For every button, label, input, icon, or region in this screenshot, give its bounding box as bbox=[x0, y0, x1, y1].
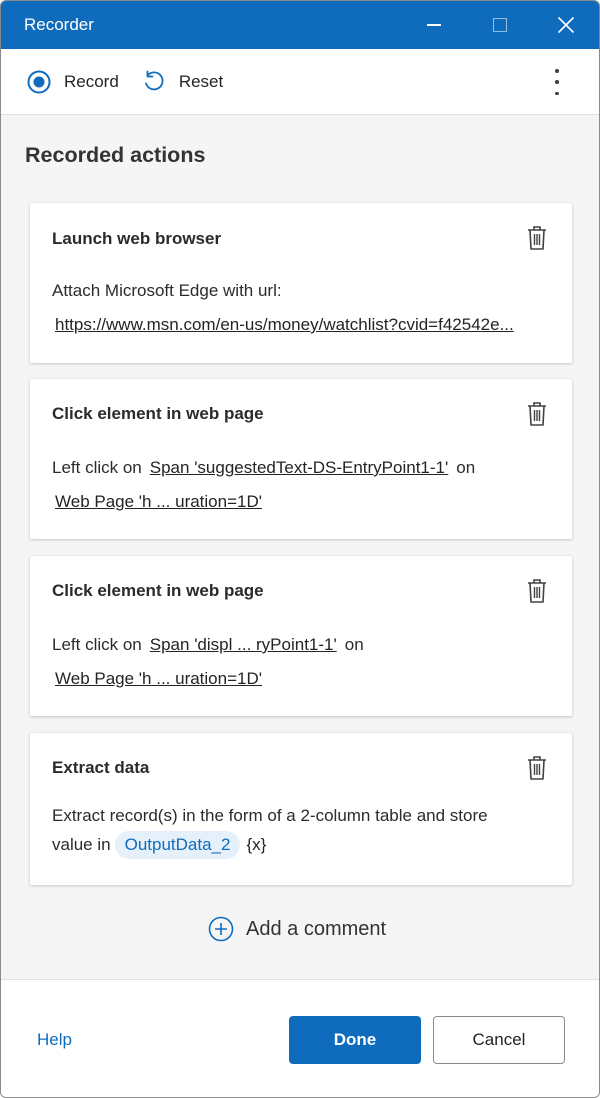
action-text: Attach Microsoft Edge with url: bbox=[52, 281, 282, 300]
more-options-button[interactable] bbox=[545, 69, 569, 95]
add-comment-button[interactable]: Add a comment bbox=[208, 916, 386, 942]
maximize-button[interactable] bbox=[467, 1, 533, 49]
variable-pill[interactable]: OutputData_2 bbox=[114, 831, 241, 859]
extract-prefix: value in bbox=[52, 835, 111, 854]
extract-text: Extract record(s) in the form of a 2-col… bbox=[52, 806, 488, 825]
delete-icon[interactable] bbox=[526, 578, 548, 604]
maximize-icon bbox=[493, 18, 507, 32]
recorder-window: Recorder Record Reset Recorded actions L… bbox=[0, 0, 600, 1098]
help-link[interactable]: Help bbox=[37, 1030, 72, 1050]
delete-icon[interactable] bbox=[526, 401, 548, 427]
action-card[interactable]: Click element in web page Left click on S… bbox=[30, 379, 572, 539]
more-dot bbox=[555, 80, 559, 84]
action-card[interactable]: Extract data Extract record(s) in the fo… bbox=[30, 733, 572, 885]
element-link[interactable]: Span 'displ ... ryPoint1-1' bbox=[150, 635, 337, 654]
close-icon bbox=[557, 16, 575, 34]
record-icon bbox=[27, 70, 51, 93]
title-bar: Recorder bbox=[1, 1, 599, 49]
action-title: Click element in web page bbox=[52, 404, 264, 423]
add-circle-icon bbox=[208, 916, 234, 942]
cancel-button[interactable]: Cancel bbox=[433, 1016, 565, 1064]
section-title: Recorded actions bbox=[25, 143, 206, 167]
webpage-link[interactable]: Web Page 'h ... uration=1D' bbox=[55, 492, 262, 511]
variable-icon: {x} bbox=[246, 835, 267, 854]
element-link[interactable]: Span 'suggestedText-DS-EntryPoint1-1' bbox=[150, 458, 448, 477]
done-button[interactable]: Done bbox=[289, 1016, 421, 1064]
webpage-link[interactable]: Web Page 'h ... uration=1D' bbox=[55, 669, 262, 688]
action-card[interactable]: Launch web browser Attach Microsoft Edge… bbox=[30, 203, 572, 363]
action-prefix: Left click on bbox=[52, 635, 142, 654]
action-title: Launch web browser bbox=[52, 229, 222, 248]
delete-icon[interactable] bbox=[526, 225, 548, 251]
close-button[interactable] bbox=[533, 1, 599, 49]
minimize-button[interactable] bbox=[401, 1, 467, 49]
action-card[interactable]: Click element in web page Left click on S… bbox=[30, 556, 572, 716]
action-on: on bbox=[456, 458, 476, 477]
delete-icon[interactable] bbox=[526, 755, 548, 781]
reset-button[interactable]: Reset bbox=[142, 70, 223, 94]
more-dot bbox=[555, 91, 559, 95]
action-title: Extract data bbox=[52, 758, 150, 777]
add-comment-label: Add a comment bbox=[246, 917, 387, 940]
reset-label: Reset bbox=[178, 71, 224, 91]
record-label: Record bbox=[64, 71, 119, 91]
action-title: Click element in web page bbox=[52, 581, 264, 600]
window-title: Recorder bbox=[24, 15, 94, 34]
minimize-icon bbox=[427, 24, 441, 26]
footer: Help Done Cancel bbox=[1, 979, 599, 1097]
toolbar: Record Reset bbox=[1, 49, 599, 115]
undo-icon bbox=[144, 70, 164, 90]
action-prefix: Left click on bbox=[52, 458, 142, 477]
record-button[interactable]: Record bbox=[27, 70, 119, 94]
action-on: on bbox=[344, 635, 364, 654]
url-link[interactable]: https://www.msn.com/en-us/money/watchlis… bbox=[55, 315, 514, 334]
more-dot bbox=[555, 69, 559, 73]
